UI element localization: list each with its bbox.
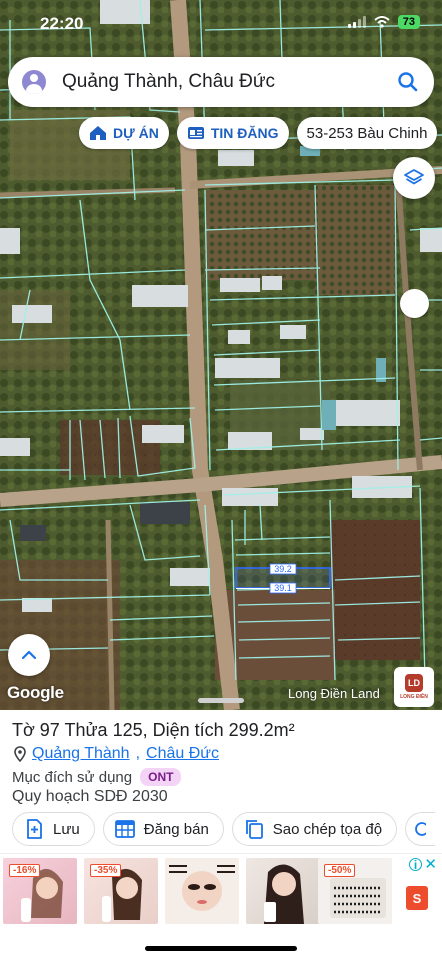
copy-coordinates-label: Sao chép tọa độ [272,820,383,838]
chip-projects-label: DỰ ÁN [113,125,159,141]
bookmark-add-icon [27,819,42,839]
parcel-dimension-label-bottom: 39.1 [274,583,292,593]
purpose-badge: ONT [140,768,182,786]
home-indicator-area [0,927,442,960]
location-pin-icon [14,746,26,762]
chip-listings[interactable]: TIN ĐĂNG [176,117,289,149]
save-button[interactable]: Lưu [12,812,95,846]
search-query[interactable]: Quảng Thành, Châu Đức [62,71,388,93]
ad-info-icon[interactable]: i [409,858,422,872]
save-label: Lưu [53,820,80,838]
ad-product-2[interactable]: -35% [84,858,158,924]
land-use-purpose: Mục đích sử dụng ONT [12,768,182,786]
chip-projects[interactable]: DỰ ÁN [79,117,169,149]
search-bar[interactable]: Quảng Thành, Châu Đức [8,57,434,107]
parcel-dimension-label-top: 39.2 [274,564,292,574]
brand-attribution: Long Điền Land [288,686,380,701]
brand-logo-text: LONG ĐIỀN [400,694,428,700]
layers-icon [404,169,424,185]
sheet-grabber[interactable] [198,698,244,703]
chevron-up-icon [21,650,37,660]
copy-icon [245,820,263,839]
house-icon [90,126,106,140]
satellite-map[interactable]: 39.2 39.1 22:20 73 Quảng Thành, Châu Đức [0,0,442,710]
search-icon[interactable] [388,62,428,102]
chip-location[interactable]: 53-253 Bàu Chinh [296,117,438,149]
clock: 22:20 [40,14,84,33]
google-logo: Google [7,683,64,702]
ad-product-3[interactable] [165,858,239,924]
post-sale-label: Đăng bán [143,820,209,838]
layers-button[interactable] [393,157,435,199]
chip-location-label: 53-253 Bàu Chinh [306,124,428,142]
home-indicator[interactable] [145,946,297,951]
discount-badge-2: -35% [90,864,122,877]
wifi-icon [374,16,390,28]
planning-text: Quy hoạch SDĐ 2030 [12,788,168,805]
parcel-location: Quảng Thành, Châu Đức [14,745,219,763]
avatar[interactable] [22,70,46,94]
calendar-grid-icon [114,820,135,838]
action-row: Lưu Đăng bán Sao chép tọa độ [12,812,436,846]
partial-action-icon [415,822,427,836]
discount-badge-1: -16% [9,864,41,877]
expand-up-button[interactable] [8,634,50,676]
district-link[interactable]: Châu Đức [146,745,219,763]
purpose-label: Mục đích sử dụng [12,768,133,786]
parcel-title: Tờ 97 Thửa 125, Diện tích 299.2m² [12,720,295,740]
brand-logo-mark: LD [405,674,423,692]
ward-link[interactable]: Quảng Thành [32,745,130,763]
cellular-signal-icon [347,16,366,28]
post-sale-button[interactable]: Đăng bán [102,812,224,846]
discount-badge-5: -50% [324,864,356,877]
filter-chips: DỰ ÁN TIN ĐĂNG 53-253 Bàu Chinh [79,117,438,149]
copy-coordinates-button[interactable]: Sao chép tọa độ [231,812,398,846]
ad-close-icon[interactable]: ✕ [424,855,437,873]
map-scroll-handle[interactable] [400,289,429,318]
ad-banner[interactable]: -16% -35% -50% i ✕ S [0,853,442,927]
ad-product-4[interactable] [246,858,320,924]
battery-indicator: 73 [397,15,420,29]
ad-product-5[interactable]: -50% [318,858,392,924]
shopee-bag-icon[interactable]: S [406,886,428,910]
newspaper-icon [187,127,204,139]
status-bar: 22:20 73 [0,0,442,46]
ad-product-1[interactable]: -16% [3,858,77,924]
brand-logo[interactable]: LD LONG ĐIỀN [394,667,434,707]
chip-listings-label: TIN ĐĂNG [210,125,279,141]
more-actions-button[interactable] [405,812,436,846]
